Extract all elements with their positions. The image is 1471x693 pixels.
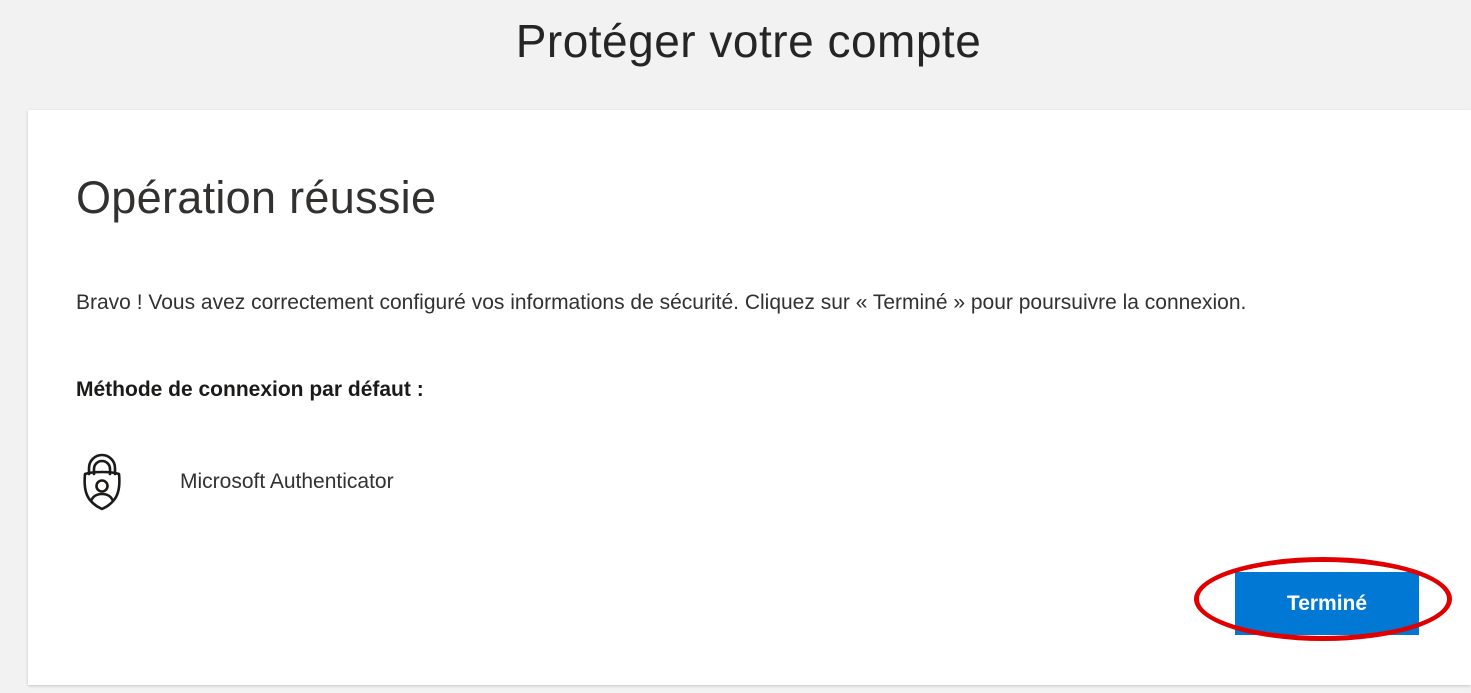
success-message: Bravo ! Vous avez correctement configuré…: [76, 291, 1247, 314]
default-method-name: Microsoft Authenticator: [180, 470, 394, 493]
default-method-row: Microsoft Authenticator: [80, 450, 394, 514]
default-method-label: Méthode de connexion par défaut :: [76, 378, 424, 401]
page-title: Protéger votre compte: [515, 15, 982, 67]
card-heading: Opération réussie: [76, 172, 437, 223]
success-card: Opération réussie Bravo ! Vous avez corr…: [28, 110, 1471, 685]
authenticator-lock-icon: [83, 453, 121, 511]
page: Protéger votre compte Opération réussie …: [0, 0, 1471, 693]
done-button[interactable]: Terminé: [1235, 572, 1419, 635]
